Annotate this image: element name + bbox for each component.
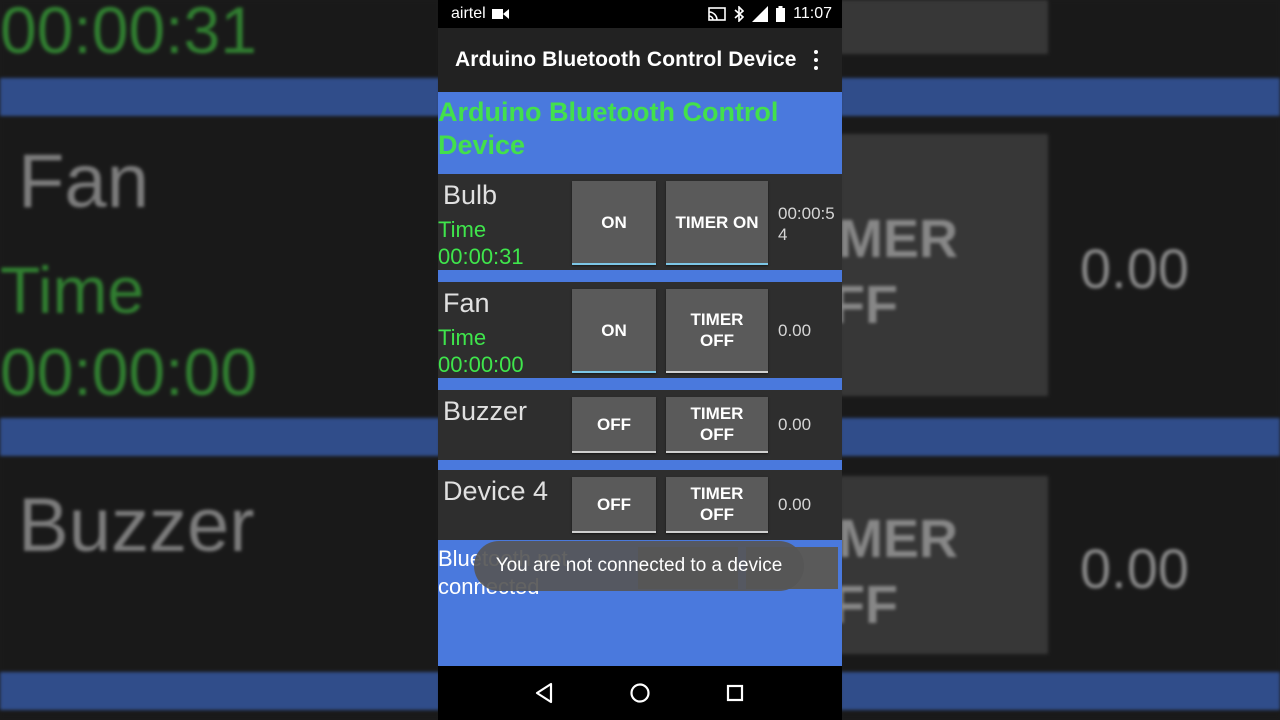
bg-buzzer-label: Buzzer — [18, 483, 255, 568]
time-label: Time — [438, 325, 487, 350]
bluetooth-icon — [734, 6, 745, 22]
bg-timer-off-2: TIMER OFF — [840, 509, 958, 635]
background-left: 00:00:31 Fan Time 00:00:00 Buzzer — [0, 0, 440, 720]
bg-top-time: 00:00:31 — [0, 0, 257, 67]
carrier-name: airtel — [451, 5, 486, 22]
navigation-bar — [438, 666, 842, 720]
bulb-state-button[interactable]: ON — [572, 181, 656, 265]
bulb-timer-button[interactable]: TIMER ON — [666, 181, 768, 265]
signal-icon — [752, 6, 769, 22]
bg-timer-off-1: TIMER OFF — [840, 209, 958, 335]
main-content: Arduino Bluetooth Control Device Bulb Ti… — [438, 92, 842, 666]
app-bar: Arduino Bluetooth Control Device — [438, 28, 842, 92]
cast-icon — [708, 7, 726, 21]
device-row-bulb: Bulb Time 00:00:31 ON TIMER ON 00:00:54 — [438, 174, 842, 270]
device4-state-button[interactable]: OFF — [572, 477, 656, 533]
buzzer-state-button[interactable]: OFF — [572, 397, 656, 453]
bg-time-label: Time — [0, 253, 145, 327]
video-camera-icon — [491, 8, 509, 20]
bg-value-1: 0.00 — [1080, 237, 1189, 300]
recents-icon[interactable] — [715, 673, 755, 713]
phone-screen: airtel 11:07 Arduino Bluetooth Control D… — [438, 0, 842, 720]
buzzer-timer-button[interactable]: TIMER OFF — [666, 397, 768, 453]
device-row-fan: Fan Time 00:00:00 ON TIMER OFF 0.00 — [438, 282, 842, 378]
fan-timer-value: 0.00 — [778, 321, 812, 340]
device-name: Bulb — [443, 180, 498, 210]
bulb-timer-value: 00:00:54 — [778, 204, 835, 244]
overflow-menu-icon[interactable] — [806, 45, 826, 75]
header-title: Arduino Bluetooth Control Device — [438, 97, 779, 160]
home-icon[interactable] — [620, 673, 660, 713]
device-row-buzzer: Buzzer OFF TIMER OFF 0.00 — [438, 390, 842, 460]
app-title: Arduino Bluetooth Control Device — [455, 48, 797, 71]
time-value: 00:00:00 — [438, 352, 524, 377]
device-name: Buzzer — [443, 396, 528, 426]
toast-message: You are not connected to a device — [474, 541, 804, 591]
clock-time: 11:07 — [793, 5, 832, 22]
background-right: TIMER OFF 0.00 TIMER OFF 0.00 — [840, 0, 1280, 720]
back-icon[interactable] — [525, 673, 565, 713]
device4-timer-value: 0.00 — [778, 495, 812, 514]
fan-timer-button[interactable]: TIMER OFF — [666, 289, 768, 373]
device-name: Device 4 — [443, 476, 549, 506]
bg-time-value: 00:00:00 — [0, 335, 257, 409]
bg-value-2: 0.00 — [1080, 537, 1189, 600]
bg-fan-label: Fan — [18, 139, 149, 224]
device4-timer-button[interactable]: TIMER OFF — [666, 477, 768, 533]
device-row-device-4: Device 4 OFF TIMER OFF 0.00 — [438, 470, 842, 540]
fan-state-button[interactable]: ON — [572, 289, 656, 373]
status-bar: airtel 11:07 — [438, 0, 842, 28]
battery-icon — [776, 6, 786, 22]
time-value: 00:00:31 — [438, 244, 524, 269]
device-name: Fan — [443, 288, 490, 318]
time-label: Time — [438, 217, 487, 242]
buzzer-timer-value: 0.00 — [778, 415, 812, 434]
